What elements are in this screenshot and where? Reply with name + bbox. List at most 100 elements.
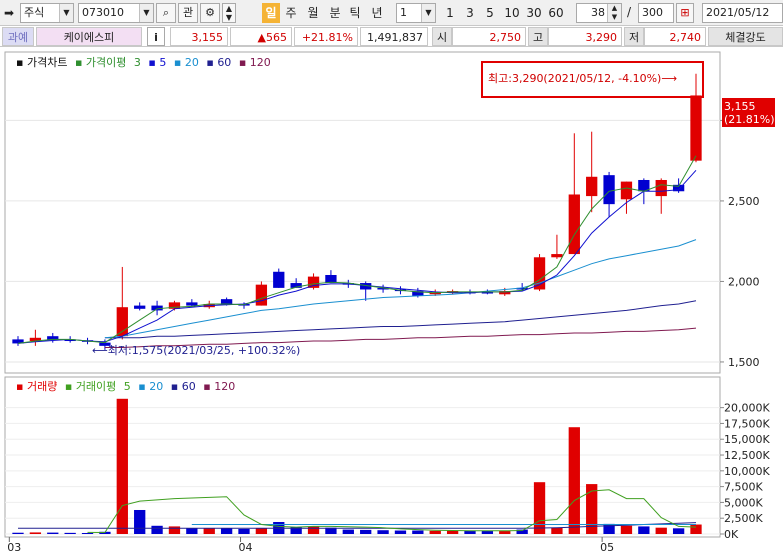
gwan-button[interactable]: 관 (178, 3, 198, 23)
favorite-button[interactable]: ⚙ (200, 3, 220, 23)
volume-bar (255, 528, 268, 534)
change-percent: +21.81% (294, 27, 358, 46)
low-price: 2,740 (644, 27, 706, 46)
candle-body (586, 176, 598, 197)
legend-marker: ▪ (138, 380, 145, 393)
total-input[interactable]: 300 (638, 3, 674, 23)
volume-bar (29, 532, 42, 534)
quick-interval-label: 60 (548, 6, 564, 20)
period-tick-tab[interactable]: 틱 (346, 3, 364, 23)
date-input[interactable]: 2021/05/12 (702, 3, 783, 23)
price-ma-legend-title: 가격이평 (86, 56, 126, 69)
period-minute-tab[interactable]: 분 (326, 3, 344, 23)
volume-tick-label: 20,000K (724, 402, 770, 415)
volume-bar (360, 529, 372, 534)
candle-body (186, 302, 198, 306)
period-year-tab[interactable]: 년 (368, 3, 386, 23)
menu-arrow-icon[interactable]: ➡ (4, 6, 14, 20)
volume-bar (116, 398, 128, 534)
legend-vma120: 120 (214, 380, 235, 393)
volume-tick-label: 17,500K (724, 417, 770, 430)
price-legend: ▪ 가격차트 ▪ 가격이평 3 ▪ 5 ▪ 20 ▪ 60 ▪ 120 (16, 56, 271, 69)
zoom-button[interactable]: ⊞ (676, 3, 694, 23)
candle-body (620, 181, 633, 200)
market-select[interactable]: 주식 ▼ (20, 3, 74, 23)
price-change: ▲565 (230, 27, 292, 46)
x-tick-label: 05 (600, 541, 614, 553)
chart-canvas[interactable]: 3,0002,5002,0001,500 20,000K17,500K15,00… (0, 48, 783, 553)
volume-bar (638, 526, 650, 534)
volume-bar (203, 527, 215, 534)
stepper-button[interactable]: ▲ ▼ (222, 3, 236, 23)
candle-body (568, 194, 580, 255)
period-label: 일 (265, 6, 277, 20)
quick-interval-10[interactable]: 10 (502, 3, 522, 23)
info-button[interactable]: i (147, 27, 165, 46)
stepper-icon[interactable]: ▲ ▼ (607, 4, 621, 22)
stock-name[interactable]: 케이에스피 (36, 27, 142, 46)
legend-ma5: 5 (159, 56, 166, 69)
zoom-icon: ⊞ (680, 6, 690, 19)
count-input[interactable]: 38 ▲ ▼ (576, 3, 622, 23)
chevron-down-icon[interactable]: ▼ (59, 4, 73, 22)
chevron-down-icon[interactable]: ▼ (139, 4, 153, 22)
market-select-value: 주식 (24, 6, 45, 19)
volume-bar (238, 528, 250, 534)
quick-interval-1[interactable]: 1 (442, 3, 458, 23)
volume-y-axis: 20,000K 17,500K 15,000K 12,500K 10,000K 7,500… (720, 402, 770, 541)
volume-bar (342, 529, 354, 534)
candle-body (220, 299, 233, 304)
period-label: 월 (307, 6, 319, 20)
x-tick-label: 04 (239, 541, 253, 553)
volume-legend: ▪ 거래량 ▪ 거래이평 5 ▪ 20 ▪ 60 ▪ 120 (16, 380, 235, 393)
x-axis: 03 04 05 (7, 537, 614, 553)
legend-vma20: 20 (149, 380, 163, 393)
candle-body (603, 175, 615, 205)
strength-label: 체결강도 (708, 27, 783, 46)
volume-bar (134, 509, 146, 534)
volume-bar (533, 482, 546, 534)
quick-interval-60[interactable]: 60 (546, 3, 566, 23)
volume-bar (655, 527, 667, 534)
legend-ma60: 60 (217, 56, 231, 69)
volume-bar (377, 530, 389, 534)
stock-code-input[interactable]: 073010 ▼ (78, 3, 154, 23)
price-tick-label: 1,500 (728, 356, 760, 369)
stock-code-value: 073010 (82, 6, 124, 19)
volume-tick-label: 0K (724, 528, 739, 541)
period-month-tab[interactable]: 월 (304, 3, 322, 23)
candle-body (551, 254, 563, 258)
quick-interval-label: 5 (486, 6, 494, 20)
legend-marker: ▪ (203, 380, 210, 393)
legend-marker: ▪ (239, 56, 246, 69)
legend-ma3: 3 (134, 56, 141, 69)
quick-interval-3[interactable]: 3 (462, 3, 478, 23)
chevron-down-icon[interactable]: ▼ (421, 4, 435, 22)
open-price: 2,750 (452, 27, 526, 46)
period-day-tab[interactable]: 일 (262, 3, 280, 23)
volume-tick-label: 15,000K (724, 433, 770, 446)
stock-info-bar: 과예 케이에스피 i 3,155 ▲565 +21.81% 1,491,837 … (0, 26, 783, 47)
legend-marker: ▪ (171, 380, 178, 393)
current-price-tag-value: 3,155 (724, 100, 756, 113)
interval-select[interactable]: 1 ▼ (396, 3, 436, 23)
volume-bar (64, 532, 76, 534)
volume-bar (429, 530, 441, 534)
legend-marker: ▪ (16, 56, 23, 69)
chart-area[interactable]: 3,0002,5002,0001,500 20,000K17,500K15,00… (0, 48, 783, 553)
quick-interval-30[interactable]: 30 (524, 3, 544, 23)
open-label: 시 (432, 27, 452, 46)
volume-tick-label: 10,000K (724, 465, 770, 478)
high-price: 3,290 (548, 27, 622, 46)
quick-interval-5[interactable]: 5 (482, 3, 498, 23)
total-value: 300 (642, 6, 663, 19)
volume-bar (394, 530, 407, 534)
legend-vma60: 60 (182, 380, 196, 393)
candle-body (307, 276, 320, 288)
volume-tick-label: 12,500K (724, 449, 770, 462)
stock-tag: 과예 (2, 27, 34, 46)
search-button[interactable]: ⌕ (156, 3, 176, 23)
period-week-tab[interactable]: 주 (282, 3, 300, 23)
legend-marker: ▪ (206, 56, 213, 69)
period-label: 분 (329, 6, 341, 20)
